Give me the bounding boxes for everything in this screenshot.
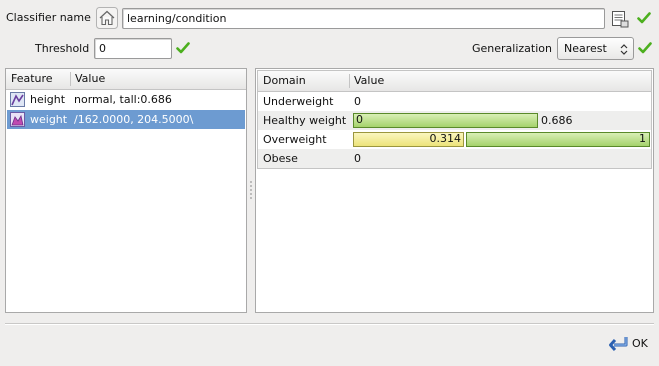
generalization-label: Generalization	[472, 42, 552, 55]
upper-bound-label: 1	[639, 132, 646, 145]
enter-arrow-icon	[609, 337, 628, 352]
value-column-header[interactable]: Value	[349, 71, 649, 91]
table-row[interactable]: Healthy weight 0 0.686	[258, 111, 651, 130]
generalization-select[interactable]: Nearest	[557, 37, 634, 60]
domain-name: Overweight	[263, 133, 327, 146]
home-icon	[96, 7, 118, 29]
domain-value: 0.686	[541, 114, 573, 127]
classifier-name-label: Classifier name	[6, 11, 91, 24]
generalization-apply-button[interactable]	[638, 41, 652, 58]
feature-name: height	[30, 93, 66, 106]
table-row-selected[interactable]: weight /162.0000, 204.5000\	[7, 110, 245, 129]
domain-table: Domain Value Underweight 0 Healthy weigh…	[257, 70, 652, 169]
classifier-name-input[interactable]: learning/condition	[122, 8, 605, 29]
browse-button[interactable]	[610, 9, 630, 29]
domain-name: Healthy weight	[263, 114, 347, 127]
threshold-input[interactable]: 0	[94, 38, 172, 59]
membership-bar-fill	[353, 113, 538, 128]
membership-bar: 0	[353, 113, 538, 128]
feature-value: /162.0000, 204.5000\	[74, 113, 194, 126]
chart-icon	[10, 112, 25, 127]
ok-button[interactable]: OK	[606, 333, 651, 355]
table-row[interactable]: Overweight 0.314 1	[258, 130, 651, 149]
domain-table-header: Domain Value	[258, 71, 651, 92]
checkmark-icon	[176, 42, 190, 54]
generalization-value: Nearest	[564, 42, 607, 55]
threshold-label: Threshold	[35, 42, 90, 55]
splitter-handle[interactable]	[248, 68, 254, 313]
feature-name: weight	[30, 113, 68, 126]
grip-icon	[250, 181, 252, 199]
footer-divider	[5, 323, 654, 325]
value-column-header[interactable]: Value	[70, 69, 246, 89]
feature-table-header: Feature Value	[6, 69, 246, 90]
checkmark-icon	[638, 42, 652, 54]
upper-bound-bar-fill	[466, 132, 650, 147]
chart-icon	[10, 92, 25, 107]
lower-bound-label: 0.314	[429, 132, 462, 145]
classifier-apply-button[interactable]	[637, 11, 651, 28]
domain-value: 0	[354, 152, 361, 165]
lower-bound-bar: 0.314	[353, 132, 464, 147]
updown-arrow-icon	[620, 44, 628, 55]
feature-column-header[interactable]: Feature	[6, 69, 70, 89]
feature-table: Feature Value height normal, tall:0.686 …	[5, 68, 247, 313]
checkmark-icon	[637, 12, 651, 24]
bar-left-label: 0	[356, 113, 363, 126]
ok-label: OK	[632, 337, 648, 350]
threshold-apply-button[interactable]	[176, 41, 190, 58]
table-row[interactable]: Obese 0	[258, 149, 651, 168]
feature-value: normal, tall:0.686	[74, 93, 172, 106]
upper-bound-bar: 1	[466, 132, 650, 147]
document-list-icon	[612, 11, 629, 28]
domain-value: 0	[354, 95, 361, 108]
domain-column-header[interactable]: Domain	[258, 71, 349, 91]
domain-name: Underweight	[263, 95, 334, 108]
table-row[interactable]: Underweight 0	[258, 92, 651, 111]
table-row[interactable]: height normal, tall:0.686	[6, 90, 246, 109]
home-button[interactable]	[96, 7, 120, 29]
domain-panel: Domain Value Underweight 0 Healthy weigh…	[255, 68, 654, 313]
domain-name: Obese	[263, 152, 298, 165]
